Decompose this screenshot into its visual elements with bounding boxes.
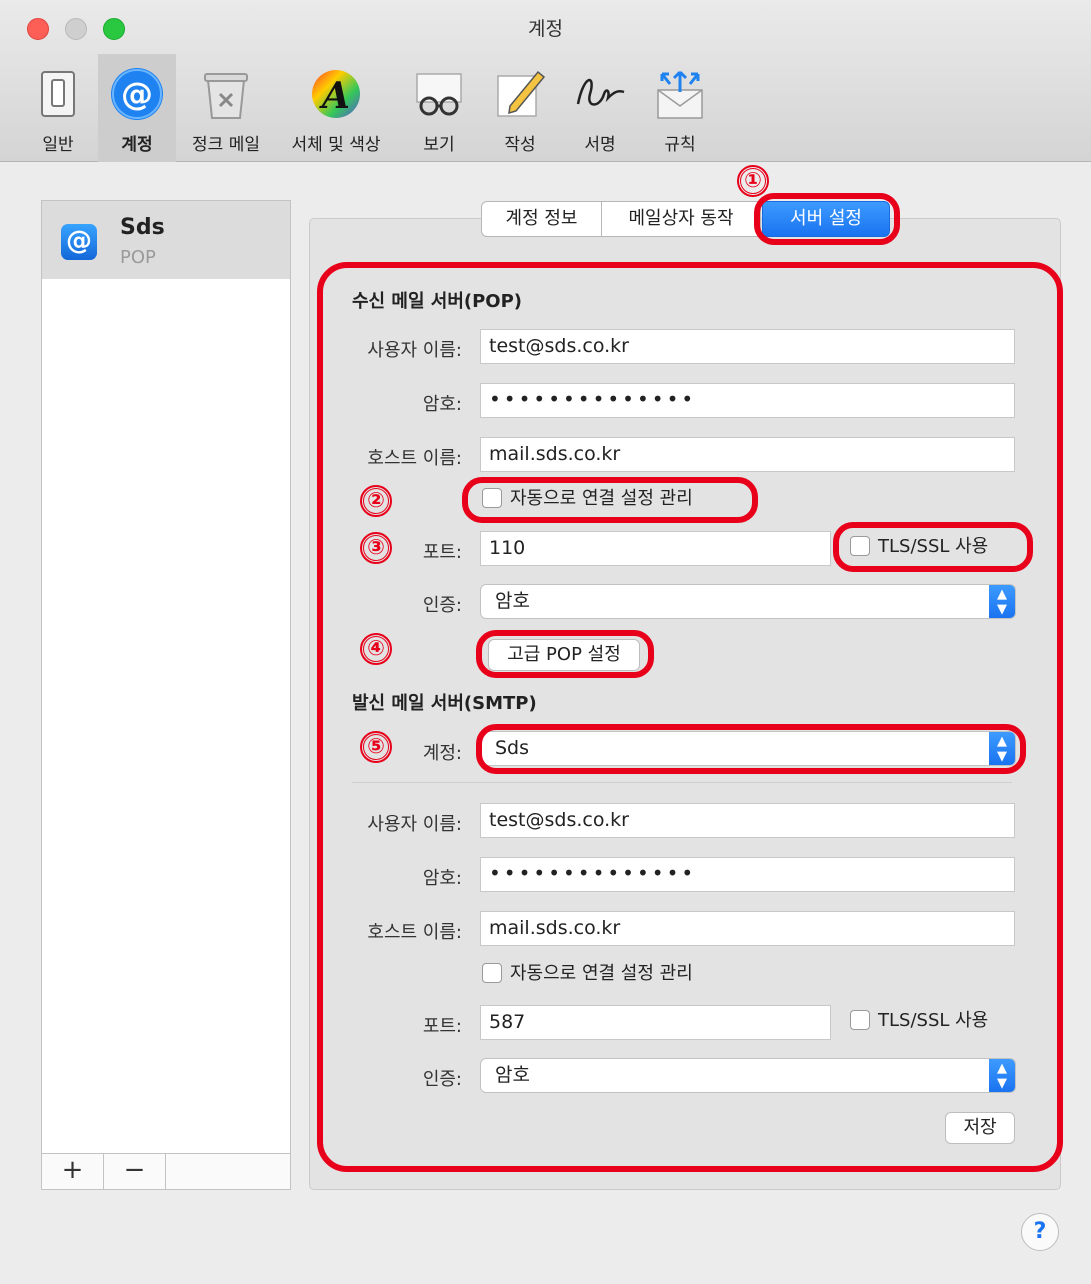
outgoing-host-label: 호스트 이름: — [367, 922, 462, 943]
incoming-port-field[interactable]: 110 — [480, 531, 831, 566]
outgoing-auto-manage-checkbox[interactable]: 자동으로 연결 설정 관리 — [482, 962, 693, 988]
outgoing-tls-label: TLS/SSL 사용 — [878, 1010, 989, 1031]
toolbar-label: 서체 및 색상 — [291, 135, 381, 155]
incoming-password-label: 암호: — [422, 394, 462, 415]
toolbar-item-rules[interactable]: 규칙 — [642, 54, 718, 162]
highlight-tls — [833, 522, 1033, 572]
add-account-button[interactable]: + — [42, 1154, 104, 1189]
toolbar-label: 서명 — [584, 135, 616, 155]
incoming-auth-value: 암호 — [495, 590, 530, 612]
window-toolbar: 계정 일반 @ 계정 정크 메일 A 서체 및 색상 보기 작성 서명 규칙 — [0, 0, 1091, 162]
rules-envelope-icon — [657, 70, 703, 119]
outgoing-auth-label: 인증: — [422, 1069, 462, 1090]
outgoing-auto-manage-label: 자동으로 연결 설정 관리 — [510, 963, 693, 984]
outgoing-heading: 발신 메일 서버(SMTP) — [352, 693, 537, 714]
incoming-port-label: 포트: — [422, 542, 462, 563]
highlight-smtp-account — [476, 724, 1026, 774]
incoming-username-field[interactable]: test@sds.co.kr — [480, 329, 1015, 364]
toolbar-label: 보기 — [423, 135, 455, 155]
outgoing-username-field[interactable]: test@sds.co.kr — [480, 803, 1015, 838]
accounts-sidebar: @ Sds POP + − — [41, 200, 291, 1190]
toolbar-label: 일반 — [42, 135, 74, 155]
outgoing-port-label: 포트: — [422, 1016, 462, 1037]
outgoing-password-field[interactable]: •••••••••••••• — [480, 857, 1015, 892]
section-divider — [352, 782, 1012, 783]
svg-text:@: @ — [121, 75, 153, 113]
annotation-2: ② — [360, 485, 392, 517]
toolbar-item-junk[interactable]: 정크 메일 — [180, 54, 272, 162]
tab-account-info[interactable]: 계정 정보 — [481, 201, 602, 237]
incoming-username-label: 사용자 이름: — [367, 340, 462, 361]
highlight-server-settings — [754, 193, 900, 245]
save-button[interactable]: 저장 — [945, 1112, 1015, 1144]
glasses-icon — [416, 73, 462, 116]
at-sign-icon: @ — [111, 68, 163, 120]
incoming-heading: 수신 메일 서버(POP) — [352, 291, 523, 312]
checkbox-icon — [850, 1010, 870, 1030]
at-sign-icon: @ — [61, 224, 97, 260]
toolbar-item-compose[interactable]: 작성 — [482, 54, 558, 162]
account-type: POP — [120, 247, 156, 268]
window-title: 계정 — [528, 18, 563, 40]
toolbar-label: 작성 — [504, 135, 536, 155]
annotation-3: ③ — [360, 532, 392, 564]
annotation-1: ① — [737, 165, 769, 197]
toolbar-item-signatures[interactable]: 서명 — [562, 54, 638, 162]
account-name: Sds — [120, 215, 165, 240]
incoming-host-field[interactable]: mail.sds.co.kr — [480, 437, 1015, 472]
outgoing-username-label: 사용자 이름: — [367, 814, 462, 835]
annotation-4: ④ — [360, 633, 392, 665]
toolbar-item-general[interactable]: 일반 — [20, 54, 96, 162]
annotation-5: ⑤ — [360, 731, 392, 763]
svg-text:A: A — [319, 75, 350, 117]
incoming-password-field[interactable]: •••••••••••••• — [480, 383, 1015, 418]
general-switch-icon — [41, 71, 75, 117]
sidebar-footer: + − — [42, 1153, 290, 1189]
toolbar-label: 정크 메일 — [192, 135, 260, 155]
incoming-auth-label: 인증: — [422, 595, 462, 616]
help-button[interactable]: ? — [1021, 1213, 1059, 1251]
toolbar-item-view[interactable]: 보기 — [400, 54, 478, 162]
highlight-auto-manage — [462, 477, 758, 523]
outgoing-auth-select[interactable]: 암호 ▲ ▼ — [480, 1058, 1016, 1093]
remove-account-button[interactable]: − — [104, 1154, 166, 1189]
updown-chevron-icon: ▲ ▼ — [989, 585, 1015, 618]
outgoing-auth-value: 암호 — [495, 1064, 530, 1086]
outgoing-password-label: 암호: — [422, 868, 462, 889]
incoming-host-label: 호스트 이름: — [367, 448, 462, 469]
toolbar-item-fonts[interactable]: A 서체 및 색상 — [276, 54, 396, 162]
checkbox-icon — [482, 963, 502, 983]
font-color-icon: A — [312, 70, 360, 118]
outgoing-tls-checkbox[interactable]: TLS/SSL 사용 — [850, 1009, 988, 1035]
tab-mailbox-behavior[interactable]: 메일상자 동작 — [601, 201, 761, 237]
outgoing-account-label: 계정: — [422, 743, 462, 764]
junk-trash-icon — [204, 73, 248, 119]
updown-chevron-icon: ▲ ▼ — [989, 1059, 1015, 1092]
highlight-advanced-pop — [476, 630, 654, 678]
account-list-item[interactable]: @ Sds POP — [42, 201, 290, 279]
toolbar-label: 계정 — [121, 135, 153, 155]
incoming-auth-select[interactable]: 암호 ▲ ▼ — [480, 584, 1016, 619]
outgoing-host-field[interactable]: mail.sds.co.kr — [480, 911, 1015, 946]
pencil-compose-icon — [497, 70, 546, 117]
signature-icon — [576, 79, 625, 106]
toolbar-label: 규칙 — [664, 135, 696, 155]
outgoing-port-field[interactable]: 587 — [480, 1005, 831, 1040]
toolbar-item-accounts[interactable]: @ 계정 — [98, 54, 176, 162]
